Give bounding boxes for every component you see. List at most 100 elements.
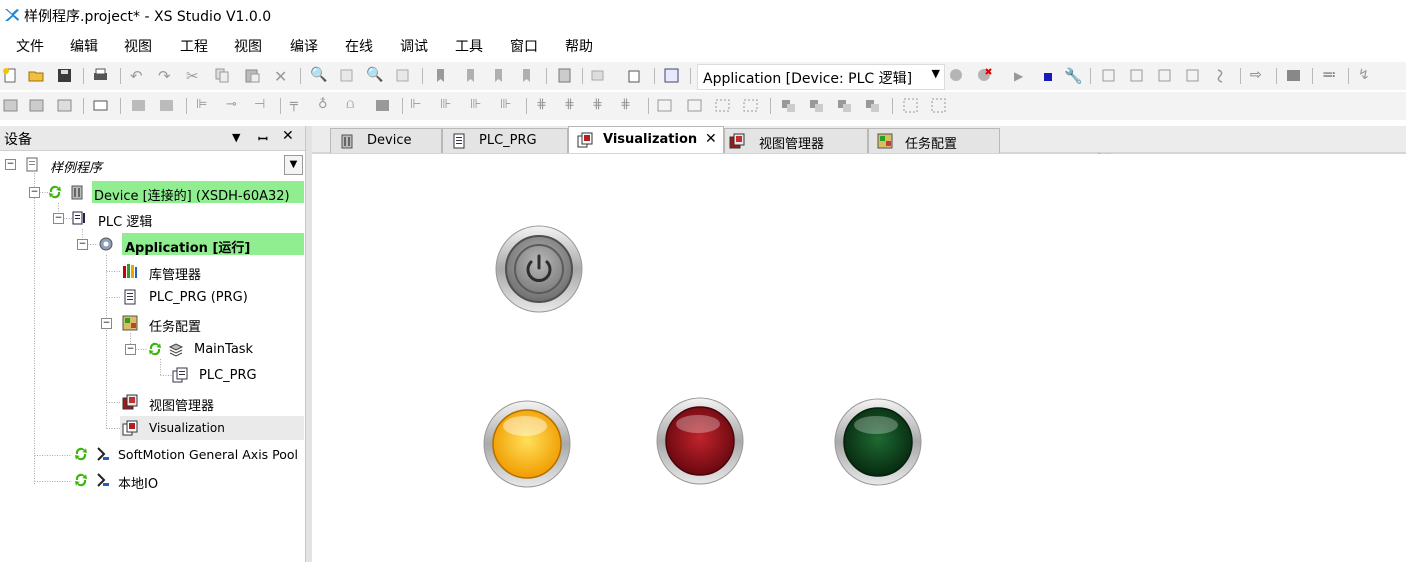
return-icon[interactable]: ♁	[318, 97, 335, 114]
edge-detect-icon[interactable]	[808, 97, 825, 114]
panel-splitter[interactable]	[305, 126, 312, 562]
open-folder-icon[interactable]	[28, 67, 45, 84]
tree-item-plc-prg[interactable]: PLC_PRG (PRG)	[0, 286, 303, 308]
collapse-toggle-icon[interactable]: −	[29, 187, 40, 198]
menu-help[interactable]: 帮助	[563, 36, 595, 56]
tab-visualization[interactable]: Visualization ✕	[568, 126, 724, 153]
tree-item-task-config[interactable]: − 任务配置	[0, 312, 303, 335]
jump-icon[interactable]: ╤	[290, 97, 307, 114]
right-power-rail-icon[interactable]: ⊣	[254, 97, 271, 114]
collapse-toggle-icon[interactable]: −	[53, 213, 64, 224]
insert-box-en-icon[interactable]	[686, 97, 703, 114]
label-icon[interactable]: ⩍	[346, 97, 363, 114]
zoom-in-icon[interactable]	[902, 97, 919, 114]
insert-parallel-negated-icon[interactable]: ⊪	[500, 97, 517, 114]
tab-plc-prg[interactable]: PLC_PRG	[442, 128, 568, 153]
contact-icon[interactable]	[2, 97, 19, 114]
menu-online[interactable]: 在线	[343, 36, 375, 56]
tab-device[interactable]: Device	[330, 128, 442, 153]
collapse-toggle-icon[interactable]: −	[5, 159, 16, 170]
write-values-icon[interactable]	[1285, 67, 1302, 84]
collapse-toggle-icon[interactable]: −	[125, 344, 136, 355]
power-button[interactable]	[495, 225, 583, 313]
run-to-cursor-icon[interactable]	[1184, 67, 1201, 84]
insert-reset-coil-icon[interactable]: ⋕	[592, 97, 609, 114]
menu-view-2[interactable]: 视图	[232, 36, 264, 56]
collapse-toggle-icon[interactable]: −	[101, 318, 112, 329]
insert-object-icon[interactable]	[590, 67, 607, 84]
stop-icon[interactable]	[1040, 67, 1057, 84]
insert-network-below-icon[interactable]	[158, 97, 175, 114]
visu-toolbox-icon[interactable]	[663, 67, 680, 84]
insert-contact-icon[interactable]: ⊩	[410, 97, 427, 114]
insert-negated-coil-icon[interactable]: ⋕	[620, 97, 637, 114]
insert-network-icon[interactable]	[130, 97, 147, 114]
coil-icon[interactable]	[28, 97, 45, 114]
redo-icon[interactable]: ↷	[158, 67, 175, 85]
toggle-parallel-icon[interactable]	[864, 97, 881, 114]
tree-item-project-root[interactable]: − 样例程序 ▼	[0, 153, 303, 176]
find-icon[interactable]: 🔍	[310, 67, 327, 84]
bookmark-clear-icon[interactable]	[518, 67, 535, 84]
tab-task-config[interactable]: 任务配置	[868, 128, 1000, 153]
menu-build[interactable]: 编译	[288, 36, 320, 56]
collapse-toggle-icon[interactable]: −	[77, 239, 88, 250]
copy-icon[interactable]	[214, 67, 231, 84]
login-icon[interactable]	[948, 67, 965, 84]
tree-item-application[interactable]: − Application [运行]	[0, 233, 303, 256]
logout-icon[interactable]	[976, 67, 993, 84]
set-reset-icon[interactable]	[836, 97, 853, 114]
menu-edit[interactable]: 编辑	[68, 36, 100, 56]
menu-file[interactable]: 文件	[14, 36, 46, 56]
tree-item-library-manager[interactable]: 库管理器	[0, 260, 303, 283]
bookmark-icon[interactable]	[432, 67, 449, 84]
close-tab-icon[interactable]: ✕	[705, 131, 717, 147]
bookmark-prev-icon[interactable]	[462, 67, 479, 84]
start-icon[interactable]: ▶	[1014, 69, 1031, 86]
parallel-branch-icon[interactable]: ⊸	[226, 97, 243, 114]
tree-item-visu-manager[interactable]: 视图管理器	[0, 391, 303, 414]
negate-icon[interactable]	[780, 97, 797, 114]
insert-input-icon[interactable]	[714, 97, 731, 114]
unforce-icon[interactable]: ↯	[1358, 67, 1375, 84]
undo-icon[interactable]: ↶	[130, 67, 147, 85]
replace-icon[interactable]: 🔍	[366, 67, 383, 84]
left-power-rail-icon[interactable]: ⊫	[196, 97, 213, 114]
tree-item-local-io[interactable]: 本地IO	[0, 469, 303, 492]
menu-project[interactable]: 工程	[178, 36, 210, 56]
comment-icon[interactable]	[374, 97, 391, 114]
insert-output-icon[interactable]	[742, 97, 759, 114]
pin-icon[interactable]: ꟷ	[258, 130, 268, 147]
box-icon[interactable]	[56, 97, 73, 114]
tree-item-task-plc-prg[interactable]: PLC_PRG	[0, 364, 303, 386]
find-next-icon[interactable]	[338, 67, 355, 84]
active-application-combo[interactable]: Application [Device: PLC 逻辑] ▼	[697, 64, 945, 90]
menu-debug[interactable]: 调试	[398, 36, 430, 56]
chevron-down-icon[interactable]: ▼	[932, 67, 940, 80]
insert-parallel-contact-icon[interactable]: ⊪	[470, 97, 487, 114]
new-object-icon[interactable]	[626, 67, 643, 84]
force-values-icon[interactable]: ≕	[1322, 67, 1339, 84]
tree-item-visualization[interactable]: Visualization	[0, 417, 303, 439]
menu-view[interactable]: 视图	[122, 36, 154, 56]
set-next-statement-icon[interactable]	[1212, 67, 1229, 84]
insert-coil-icon[interactable]: ⋕	[536, 97, 553, 114]
panel-menu-icon[interactable]: ▼	[232, 131, 240, 144]
step-over-icon[interactable]	[1100, 67, 1117, 84]
step-into-icon[interactable]	[1128, 67, 1145, 84]
tree-item-softmotion[interactable]: SoftMotion General Axis Pool	[0, 443, 303, 465]
reset-icon[interactable]: 🔧	[1064, 67, 1083, 85]
show-current-statement-icon[interactable]: ⇨	[1250, 67, 1267, 84]
panel-close-icon[interactable]: ✕	[282, 128, 294, 144]
paste-icon[interactable]	[244, 67, 261, 84]
cut-icon[interactable]: ✂	[186, 67, 203, 85]
step-out-icon[interactable]	[1156, 67, 1173, 84]
bookmark-next-icon[interactable]	[490, 67, 507, 84]
tree-item-device[interactable]: − Device [连接的] (XSDH-60A32)	[0, 181, 303, 204]
insert-box-icon[interactable]	[656, 97, 673, 114]
delete-icon[interactable]: ✕	[274, 67, 291, 86]
menu-window[interactable]: 窗口	[508, 36, 540, 56]
network-icon[interactable]	[92, 97, 109, 114]
menu-tools[interactable]: 工具	[453, 36, 485, 56]
clipboard-icon[interactable]	[556, 67, 573, 84]
